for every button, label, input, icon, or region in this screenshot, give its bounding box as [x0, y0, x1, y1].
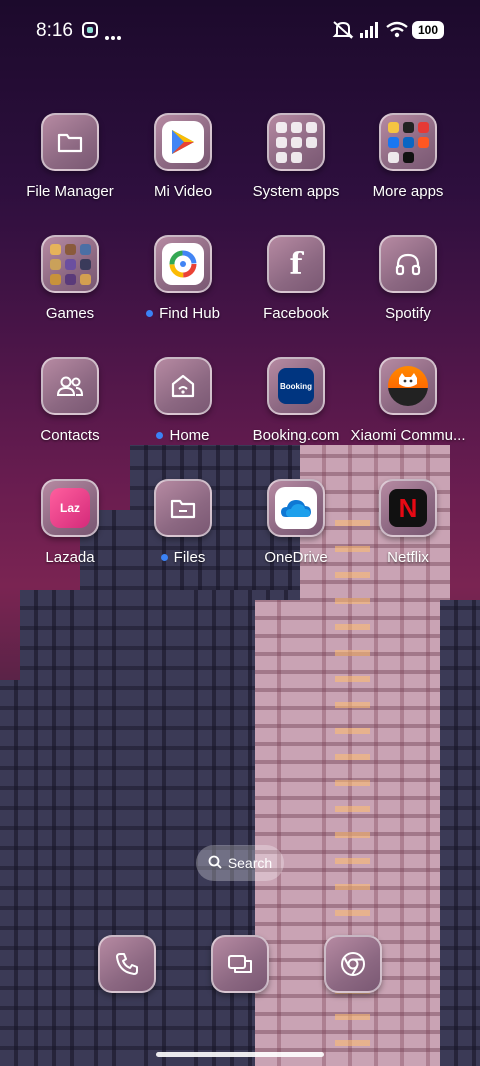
headphones-icon: [379, 235, 437, 293]
folder-grid-icon: [41, 235, 99, 293]
lazada-icon: Laz: [41, 479, 99, 537]
app-file-manager[interactable]: File Manager: [14, 113, 126, 200]
gesture-home-bar[interactable]: [156, 1052, 324, 1057]
new-indicator-dot: [146, 310, 154, 317]
folder-grid-icon: [267, 113, 325, 171]
app-label: Files: [173, 549, 206, 566]
onedrive-icon: [267, 479, 325, 537]
folder-more-apps[interactable]: More apps: [352, 113, 464, 200]
facebook-icon: f: [267, 235, 325, 293]
netflix-logo-text: N: [398, 492, 418, 523]
signal-icon: [360, 22, 380, 43]
app-xiaomi-community[interactable]: Xiaomi Commu...: [350, 357, 466, 444]
app-label: System apps: [252, 183, 340, 200]
search-label: Search: [227, 855, 273, 871]
app-label: Facebook: [263, 305, 329, 322]
dock-chrome[interactable]: [324, 935, 382, 993]
lazada-logo-text: Laz: [59, 501, 80, 515]
folder-system-apps[interactable]: System apps: [240, 113, 352, 200]
app-spotify[interactable]: Spotify: [352, 235, 464, 322]
status-bar: 8:16 100: [0, 0, 480, 60]
folder-icon: [41, 113, 99, 171]
chrome-icon: [324, 935, 382, 993]
app-label-wrap: Home: [156, 427, 210, 444]
app-label: Netflix: [387, 549, 429, 566]
folder-games[interactable]: Games: [14, 235, 126, 322]
more-dots-icon: [104, 28, 122, 46]
app-lazada[interactable]: Laz Lazada: [14, 479, 126, 566]
dock-phone[interactable]: [98, 935, 156, 993]
app-label: Mi Video: [153, 183, 213, 200]
play-icon: [154, 113, 212, 171]
new-indicator-dot: [160, 554, 168, 561]
files-icon: [154, 479, 212, 537]
booking-icon: Booking: [267, 357, 325, 415]
messages-icon: [211, 935, 269, 993]
app-find-hub[interactable]: Find Hub: [127, 235, 239, 322]
booking-logo-text: Booking: [280, 381, 312, 391]
app-home[interactable]: Home: [127, 357, 239, 444]
folder-grid-icon: [379, 113, 437, 171]
app-label: Home: [169, 427, 210, 444]
app-label: Xiaomi Commu...: [350, 427, 466, 444]
app-contacts[interactable]: Contacts: [14, 357, 126, 444]
app-label: File Manager: [26, 183, 114, 200]
search-pill[interactable]: Search: [196, 845, 284, 881]
app-label: Games: [45, 305, 95, 322]
home-icon: [154, 357, 212, 415]
app-label: More apps: [372, 183, 444, 200]
app-netflix[interactable]: N Netflix: [352, 479, 464, 566]
dock-messages[interactable]: [211, 935, 269, 993]
app-label-wrap: Files: [160, 549, 206, 566]
new-indicator-dot: [156, 432, 164, 439]
xiaomi-community-icon: [379, 357, 437, 415]
app-label: Spotify: [385, 305, 431, 322]
app-notification-icon: [82, 22, 98, 43]
app-onedrive[interactable]: OneDrive: [240, 479, 352, 566]
netflix-icon: N: [379, 479, 437, 537]
app-files[interactable]: Files: [127, 479, 239, 566]
app-label: Find Hub: [159, 305, 220, 322]
find-hub-icon: [154, 235, 212, 293]
phone-icon: [98, 935, 156, 993]
app-label: Lazada: [45, 549, 95, 566]
contacts-icon: [41, 357, 99, 415]
battery-icon: 100: [412, 21, 444, 39]
status-time: 8:16: [36, 20, 73, 41]
app-label-wrap: Find Hub: [146, 305, 220, 322]
app-label: OneDrive: [264, 549, 328, 566]
app-facebook[interactable]: f Facebook: [240, 235, 352, 322]
app-booking[interactable]: Booking Booking.com: [240, 357, 352, 444]
app-label: Booking.com: [252, 427, 340, 444]
app-label: Contacts: [40, 427, 100, 444]
app-mi-video[interactable]: Mi Video: [127, 113, 239, 200]
search-icon: [208, 855, 222, 872]
wifi-icon: [386, 21, 408, 43]
mute-icon: [332, 20, 354, 45]
